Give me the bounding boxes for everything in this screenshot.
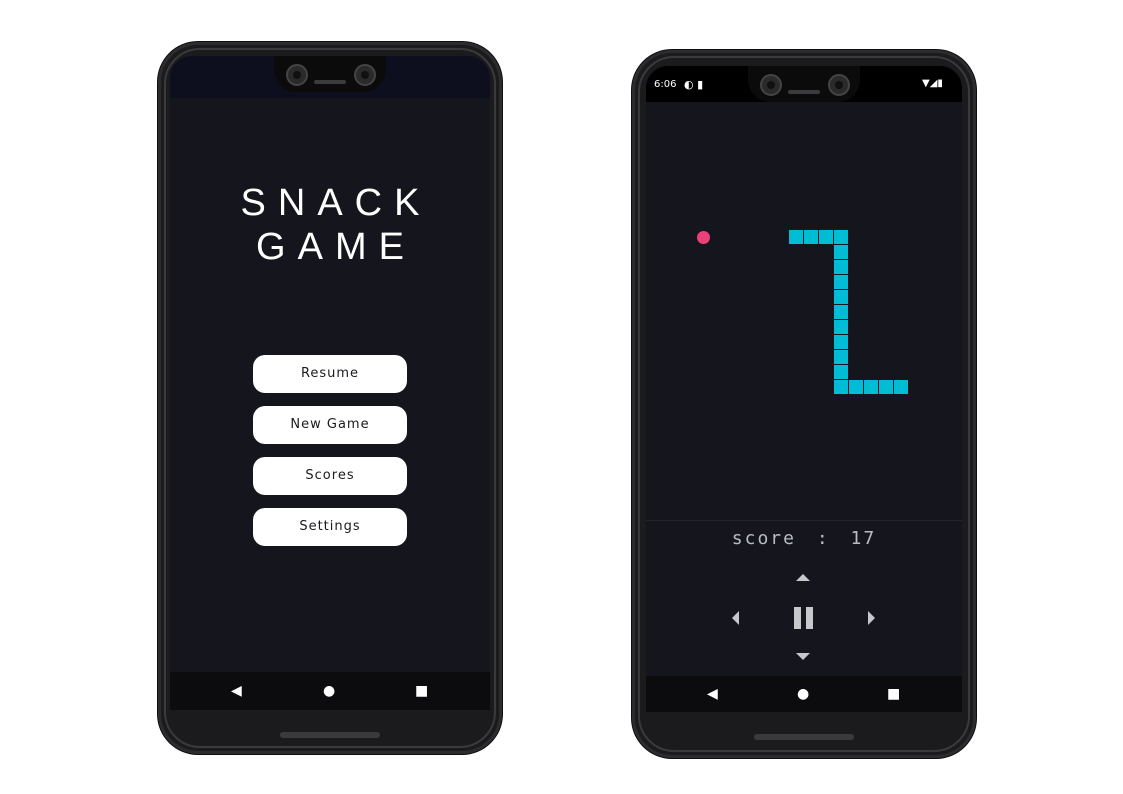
score-display: score : 17 [646, 528, 962, 549]
snake-segment [879, 380, 893, 394]
front-camera-icon [760, 74, 782, 96]
snake-segment [834, 305, 848, 319]
front-camera-icon [828, 74, 850, 96]
game-board[interactable] [646, 102, 962, 520]
front-camera-icon [286, 64, 308, 86]
app-title-line1: SNACK [240, 182, 432, 224]
recents-icon[interactable]: ■ [887, 687, 900, 701]
new-game-button[interactable]: New Game [253, 406, 407, 444]
game-screen: 6:06 ◐ ▮ ▼◢▮ score: 17 ◀ ● ■ [646, 66, 962, 712]
snake-segment [834, 275, 848, 289]
right-arrow-icon[interactable] [868, 611, 875, 625]
snake-segment [834, 365, 848, 379]
score-value: 17 [850, 528, 877, 549]
score-label: score [731, 528, 796, 549]
food-dot [697, 231, 710, 244]
snake-segment [834, 245, 848, 259]
bottom-speaker [280, 732, 380, 738]
wifi-signal-battery-icons: ▼◢▮ [922, 78, 943, 89]
snake-segment [834, 320, 848, 334]
phone-right: 6:06 ◐ ▮ ▼◢▮ score: 17 ◀ ● ■ [632, 50, 976, 758]
snake-segment [789, 230, 803, 244]
snake-segment [834, 230, 848, 244]
speaker-grille [788, 90, 820, 94]
status-notification-icons: ◐ ▮ [684, 78, 704, 91]
snake-segment [849, 380, 863, 394]
snake-segment [834, 260, 848, 274]
status-time: 6:06 [654, 79, 677, 90]
home-icon[interactable]: ● [323, 684, 335, 698]
snake-segment [834, 290, 848, 304]
resume-button[interactable]: Resume [253, 355, 407, 393]
snake-segment [819, 230, 833, 244]
back-icon[interactable]: ◀ [231, 684, 242, 698]
app-title-line2: GAME [256, 226, 416, 268]
back-icon[interactable]: ◀ [707, 687, 718, 701]
menu-screen: SNACK GAME Resume New Game Scores Settin… [170, 56, 490, 710]
system-nav-bar: ◀ ● ■ [170, 672, 490, 710]
snake-segment [864, 380, 878, 394]
up-arrow-icon[interactable] [796, 574, 810, 581]
snake-segment [834, 350, 848, 364]
front-camera-icon [354, 64, 376, 86]
snake-segment [804, 230, 818, 244]
snake-segment [894, 380, 908, 394]
notch [274, 56, 386, 92]
down-arrow-icon[interactable] [796, 653, 810, 660]
system-nav-bar: ◀ ● ■ [646, 676, 962, 712]
divider [646, 520, 962, 521]
snake-segment [834, 380, 848, 394]
scores-button[interactable]: Scores [253, 457, 407, 495]
settings-button[interactable]: Settings [253, 508, 407, 546]
pause-icon[interactable] [793, 607, 815, 629]
recents-icon[interactable]: ■ [415, 684, 428, 698]
left-arrow-icon[interactable] [732, 611, 739, 625]
score-separator: : [816, 528, 830, 549]
notch [748, 66, 860, 102]
home-icon[interactable]: ● [797, 687, 809, 701]
snake-segment [834, 335, 848, 349]
phone-left: SNACK GAME Resume New Game Scores Settin… [158, 42, 502, 754]
bottom-speaker [754, 734, 854, 740]
speaker-grille [314, 80, 346, 84]
